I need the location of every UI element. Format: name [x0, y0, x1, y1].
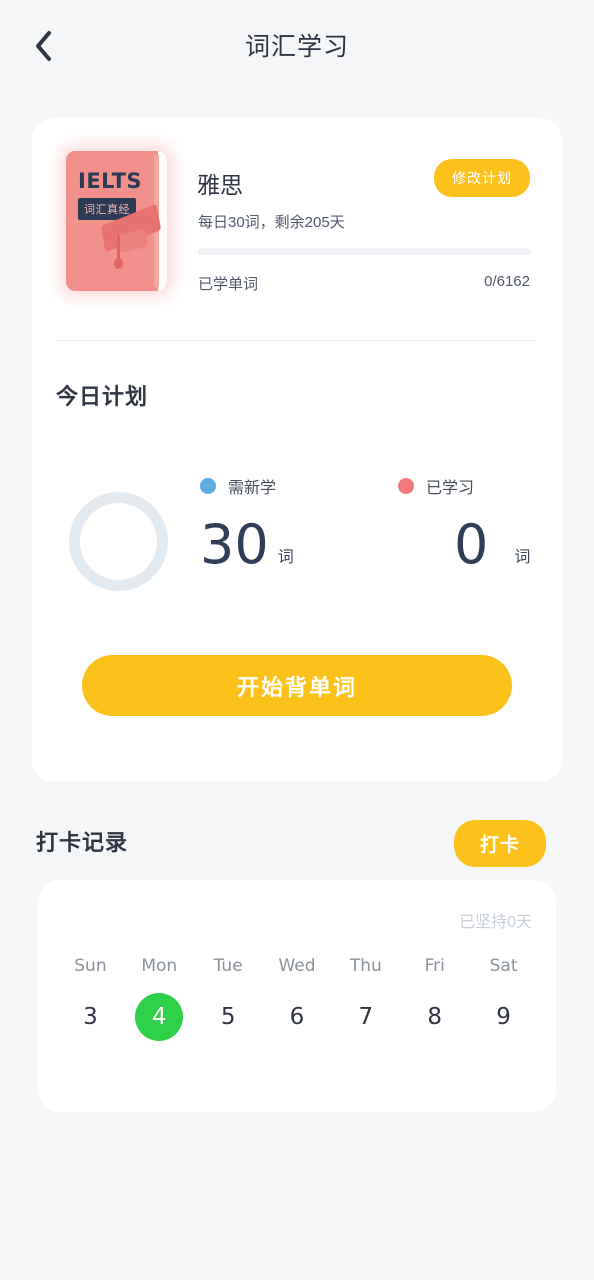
day-number: 9: [496, 1004, 511, 1030]
learned-words-label: 已学单词: [198, 276, 259, 293]
day-number: 6: [289, 1004, 305, 1030]
day-number: 4: [135, 993, 184, 1041]
stat-learned-words-label: 已学习: [426, 480, 475, 497]
stat-learned-words: 已学习 0 词: [398, 476, 530, 572]
day-number: 5: [220, 1004, 236, 1030]
stat-new-words: 需新学 30 词: [200, 476, 294, 572]
modify-plan-button[interactable]: 修改计划: [434, 159, 530, 197]
day-name: Tue: [213, 956, 243, 976]
week-row: Sun 3 Mon 4 Tue 5 Wed 6 Thu 7 Fri 8 Sat …: [56, 956, 538, 1041]
stat-new-words-value: 30: [200, 513, 269, 576]
day-name: Sat: [489, 956, 518, 976]
calendar-day-tue[interactable]: Tue 5: [194, 956, 263, 1041]
day-number: 7: [358, 1004, 374, 1030]
checkin-heading: 打卡记录: [36, 830, 129, 855]
stat-new-words-label: 需新学: [228, 480, 277, 497]
app-header: 词汇学习: [0, 0, 594, 92]
calendar-day-fri[interactable]: Fri 8: [400, 956, 469, 1041]
card-divider: [58, 340, 536, 341]
day-number: 8: [427, 1004, 443, 1030]
day-number: 3: [83, 1004, 98, 1030]
red-dot-icon: [398, 478, 414, 494]
vocabulary-study-screen: 词汇学习 IELTS 词汇真经 雅思 修改计划 每日30词，剩余205天 已学单…: [0, 0, 594, 1280]
graduation-cap-icon: [99, 203, 167, 275]
calendar-day-mon[interactable]: Mon 4: [125, 956, 194, 1041]
day-name: Mon: [141, 956, 178, 976]
day-name: Sun: [74, 956, 107, 976]
checkin-button[interactable]: 打卡: [453, 820, 546, 867]
day-name: Thu: [349, 956, 382, 976]
today-progress-ring: [68, 491, 169, 592]
stat-learned-words-value: 0: [454, 513, 489, 576]
page-title: 词汇学习: [244, 33, 349, 61]
calendar-day-thu[interactable]: Thu 7: [331, 956, 400, 1041]
book-cover-title: IELTS: [78, 169, 143, 193]
book-info-row: IELTS 词汇真经 雅思 修改计划 每日30词，剩余205天 已学单词 0/6…: [32, 118, 562, 340]
blue-dot-icon: [200, 478, 216, 494]
streak-text: 已坚持0天: [459, 914, 532, 931]
learned-words-count: 0/6162: [484, 273, 530, 290]
today-plan-heading: 今日计划: [56, 384, 149, 409]
day-name: Wed: [278, 956, 316, 976]
study-plan-card: IELTS 词汇真经 雅思 修改计划 每日30词，剩余205天 已学单词 0/6…: [32, 118, 562, 782]
checkin-calendar-card: 已坚持0天 Sun 3 Mon 4 Tue 5 Wed 6 Thu 7 Fri …: [38, 880, 556, 1112]
calendar-day-wed[interactable]: Wed 6: [263, 956, 332, 1041]
day-name: Fri: [424, 956, 445, 976]
stat-learned-words-unit: 词: [514, 549, 531, 566]
book-cover-image[interactable]: IELTS 词汇真经: [66, 151, 167, 291]
calendar-day-sat[interactable]: Sat 9: [469, 956, 538, 1041]
learning-progress-bar: [198, 248, 531, 255]
plan-subtitle: 每日30词，剩余205天: [198, 214, 345, 231]
calendar-day-sun[interactable]: Sun 3: [56, 956, 125, 1041]
stat-new-words-unit: 词: [277, 549, 294, 566]
start-study-button[interactable]: 开始背单词: [82, 655, 512, 716]
book-title: 雅思: [197, 172, 243, 198]
